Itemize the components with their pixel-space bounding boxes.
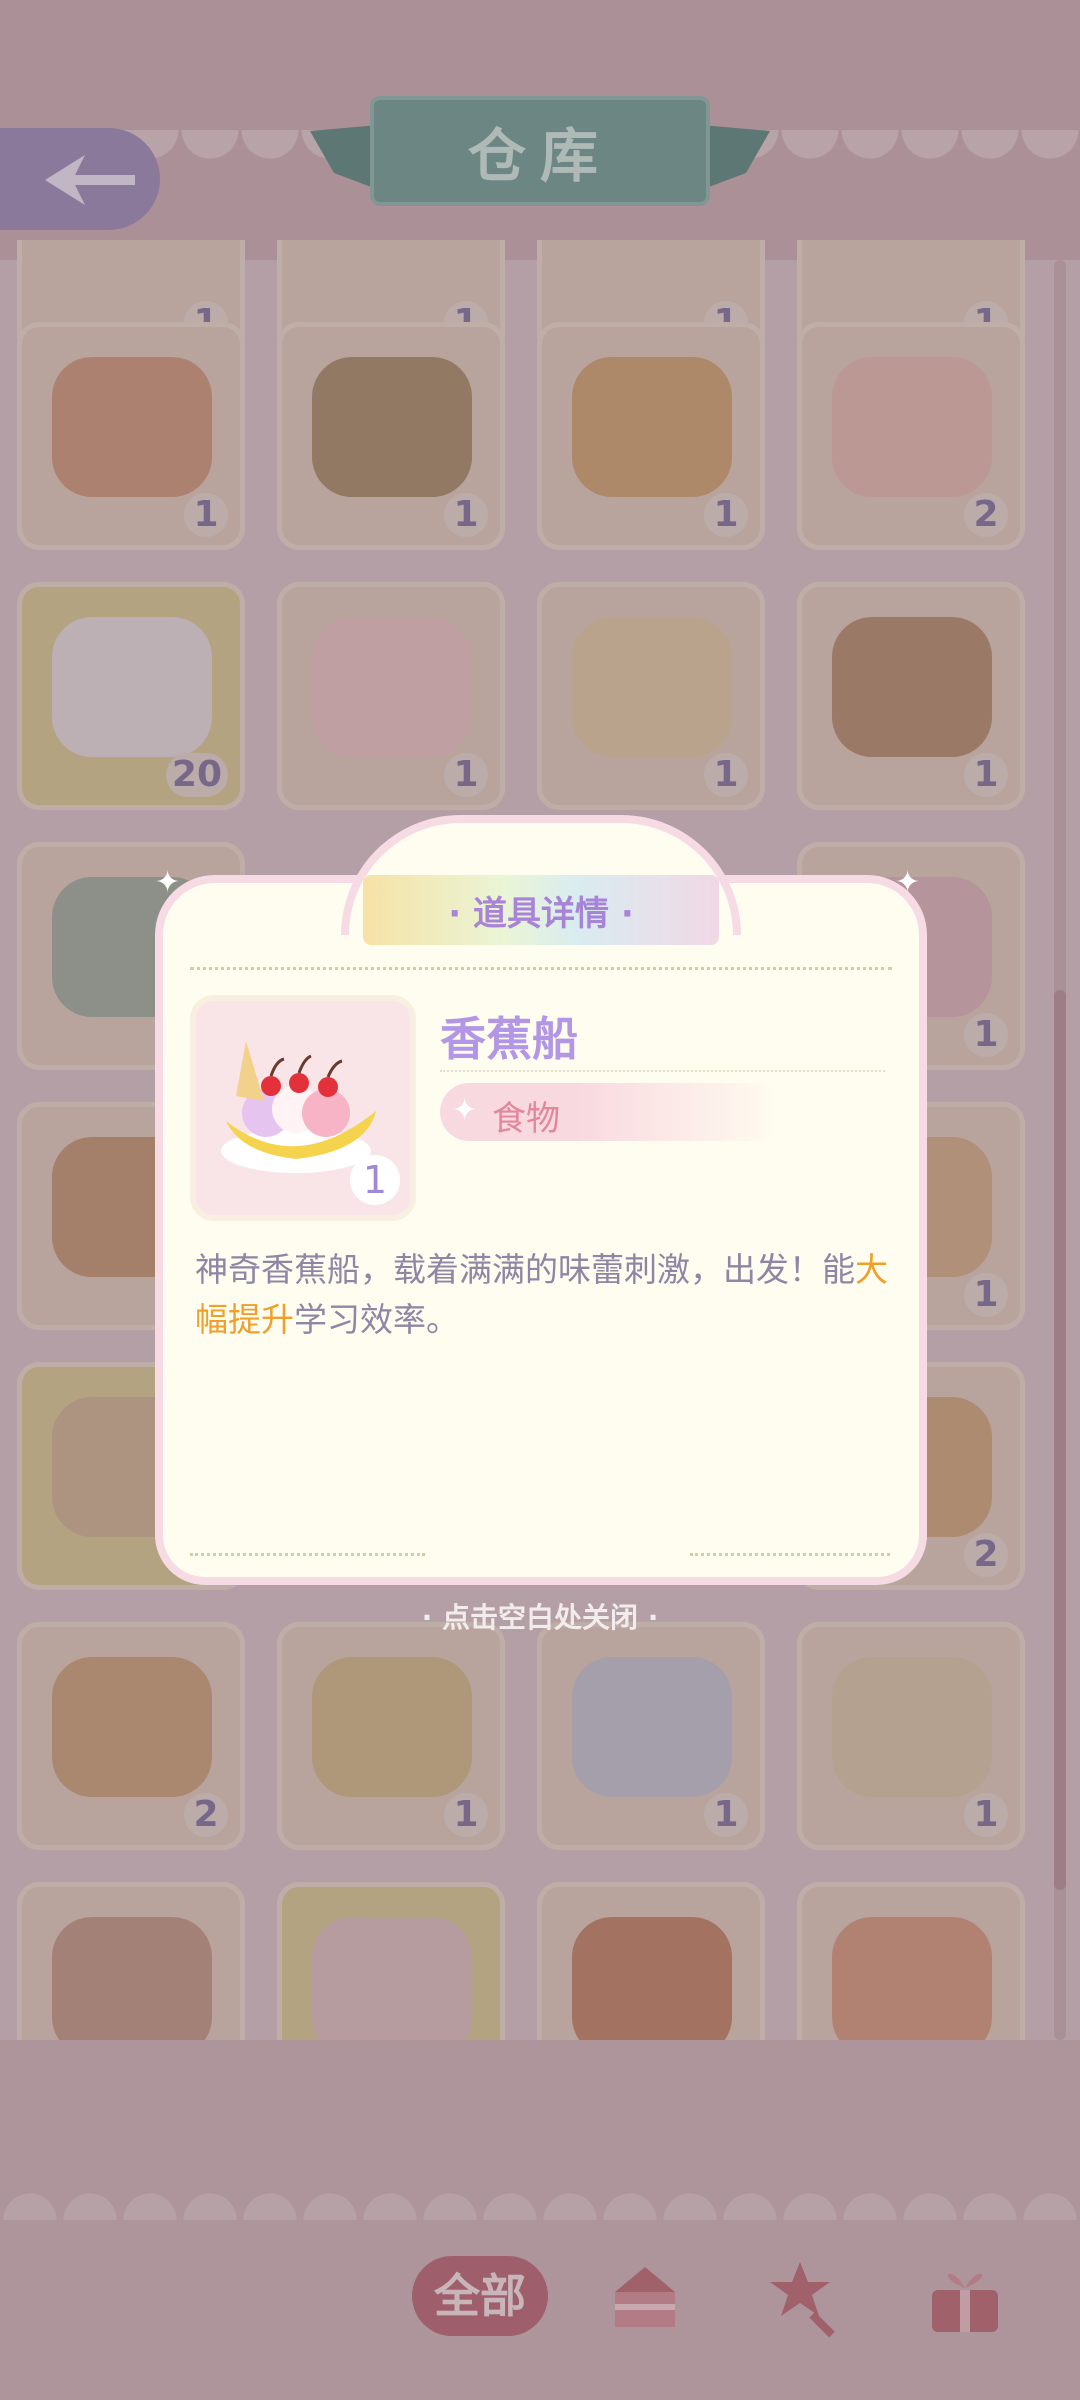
sparkle-icon: ✦ (895, 865, 921, 900)
dialog-frame (155, 875, 927, 1585)
item-count-badge: 1 (350, 1155, 400, 1205)
description-text: 神奇香蕉船，载着满满的味蕾刺激，出发！能 (195, 1250, 855, 1289)
divider (190, 1553, 425, 1556)
divider (690, 1553, 890, 1556)
item-image-frame: 1 (190, 995, 416, 1221)
item-detail-dialog: ✦ ✦ · 道具详情 · 1 香蕉船 ✦ 食物 神奇香蕉船，载着满满的味蕾刺激，… (155, 815, 927, 1585)
divider (190, 967, 892, 970)
item-name: 香蕉船 (440, 1012, 578, 1066)
item-description: 神奇香蕉船，载着满满的味蕾刺激，出发！能大幅提升学习效率。 (195, 1245, 895, 1345)
close-hint: · 点击空白处关闭 · (421, 1601, 659, 1634)
dialog-title: · 道具详情 · (448, 893, 634, 934)
dialog-title-banner: · 道具详情 · (363, 875, 719, 945)
divider (440, 1070, 885, 1072)
category-label: 食物 (492, 1099, 560, 1139)
sparkle-icon: ✦ (155, 865, 181, 900)
description-text: 学习效率。 (294, 1300, 459, 1339)
sparkle-icon: ✦ (452, 1093, 478, 1128)
category-badge: ✦ 食物 (440, 1083, 785, 1141)
